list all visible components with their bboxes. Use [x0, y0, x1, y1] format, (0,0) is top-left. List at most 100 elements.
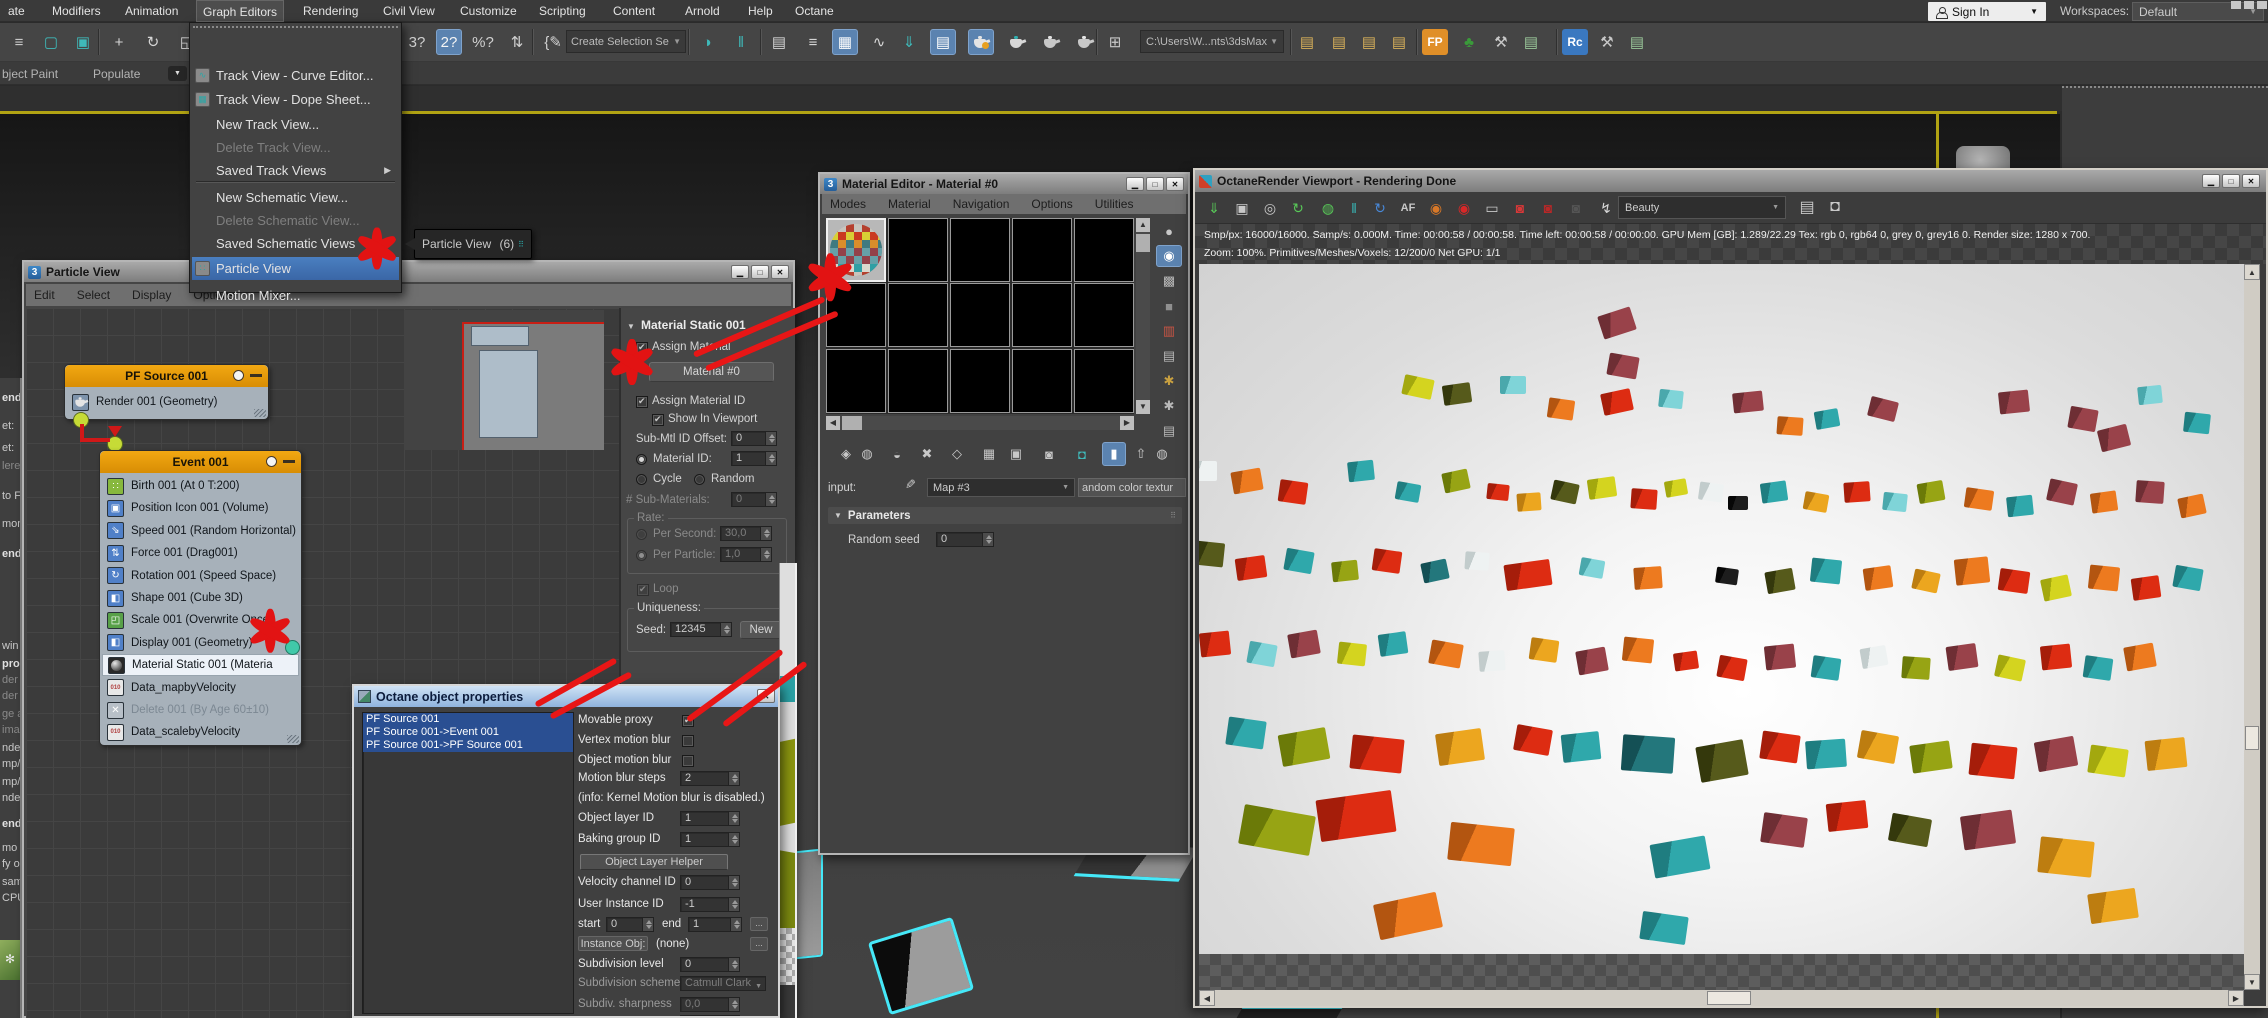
event-row-delete[interactable]: ✕ Delete 001 (By Age 60±10)	[102, 699, 299, 721]
material-slot[interactable]	[950, 348, 1010, 413]
pf-source-header[interactable]: PF Source 001	[65, 365, 268, 387]
ribbon-icon[interactable]: ▦	[832, 29, 858, 55]
save-icon[interactable]: ⇓	[1202, 196, 1226, 220]
spinner[interactable]	[728, 812, 739, 825]
menu-item-motion-mixer-[interactable]: Motion Mixer...	[192, 284, 399, 307]
spinner[interactable]	[730, 918, 741, 931]
spinner-snap-icon[interactable]: ⇅	[504, 29, 530, 55]
menubar-item-customize[interactable]: Customize	[454, 0, 523, 22]
lock-icon[interactable]: ◍	[1316, 196, 1340, 220]
parameters-rollout[interactable]: ▼ Parameters ⠿	[828, 507, 1182, 524]
random-radio[interactable]	[694, 474, 705, 485]
prop-dropdown[interactable]: Catmull Clark ▼	[680, 976, 766, 991]
cycle-radio[interactable]	[636, 474, 647, 485]
me-side-icon-2[interactable]: ▩	[1156, 270, 1182, 292]
collapse-icon[interactable]	[283, 460, 295, 463]
teapot4-icon[interactable]	[1072, 29, 1098, 55]
prop-field[interactable]: 0,0	[680, 997, 740, 1012]
menu-item-track-view-dope-sheet-[interactable]: ▦ Track View - Dope Sheet...	[192, 88, 399, 111]
more-button[interactable]: ...	[750, 917, 768, 931]
menubar-item-civil-view[interactable]: Civil View	[377, 0, 441, 22]
render-image[interactable]	[1199, 264, 2244, 954]
per-particle-field[interactable]: 1,0	[720, 547, 772, 562]
snap-3d-icon[interactable]: 3?	[404, 29, 430, 55]
selection-rect-icon[interactable]: ▢	[38, 29, 64, 55]
spinner[interactable]	[728, 958, 739, 971]
prop-field[interactable]: 2	[680, 771, 740, 786]
tearoff-handle[interactable]	[193, 26, 398, 28]
me-menu-options[interactable]: Options	[1031, 197, 1072, 211]
prop-field[interactable]: 1	[680, 832, 740, 847]
sub-materials-field[interactable]: 0	[731, 492, 777, 507]
event-row-rotation[interactable]: ↻ Rotation 001 (Speed Space)	[102, 565, 299, 587]
curve-editor-icon[interactable]: ∿	[866, 29, 892, 55]
rollout-arrow-icon[interactable]: ▼	[627, 322, 635, 331]
toggle-scene-explorer-icon[interactable]: ▤	[766, 29, 792, 55]
percent-snap-icon[interactable]: %?	[470, 29, 496, 55]
me-tool-icon-2[interactable]: ◒	[885, 442, 909, 466]
material-slot[interactable]	[888, 283, 948, 348]
zoom-icon[interactable]: ◎	[1258, 196, 1282, 220]
material-slot[interactable]	[826, 348, 886, 413]
me-menu-utilities[interactable]: Utilities	[1095, 197, 1134, 211]
close-button[interactable]: ✕	[2242, 174, 2260, 188]
event-row-position[interactable]: ▣ Position Icon 001 (Volume)	[102, 497, 299, 519]
schematic-view-icon[interactable]: ⇓	[896, 29, 922, 55]
me-side-icon-5[interactable]: ▤	[1156, 345, 1182, 367]
event-row-data[interactable]: 010 Data_scalebyVelocity	[102, 721, 299, 743]
me-side-icon-8[interactable]: ▤	[1156, 420, 1182, 442]
row2-dropdown-icon[interactable]: ▼	[168, 66, 187, 81]
prop-field[interactable]: 0	[680, 875, 740, 890]
material-slot[interactable]	[888, 218, 948, 282]
event-node[interactable]: Event 001 ∷ Birth 001 (At 0 T:200) ▣ Positi…	[99, 450, 302, 746]
instance-obj-button[interactable]: Instance Obj:	[578, 936, 648, 951]
or-monitor-icon[interactable]: ◘	[1823, 195, 1847, 219]
menu-item-new-track-view-[interactable]: New Track View...	[192, 113, 399, 136]
Vertex motion blur-checkbox[interactable]	[682, 735, 694, 747]
seed-field[interactable]: 12345	[670, 622, 732, 637]
close-button[interactable]: ✕	[1166, 177, 1184, 191]
menubar-item-ate[interactable]: ate	[2, 0, 31, 22]
camera3-icon[interactable]: ◙	[1564, 196, 1588, 220]
menubar-item-octane[interactable]: Octane	[789, 0, 840, 22]
loop-checkbox[interactable]	[637, 584, 649, 596]
close-button[interactable]: ✕	[771, 265, 789, 279]
material-slot[interactable]	[950, 283, 1010, 348]
move-icon[interactable]: +	[106, 29, 132, 55]
menubar-item-rendering[interactable]: Rendering	[297, 0, 364, 22]
material-slot[interactable]	[950, 218, 1010, 282]
end-field[interactable]: 1	[688, 917, 742, 932]
railclone-icon[interactable]: Rc	[1562, 29, 1588, 55]
monitor-icon[interactable]: ▭	[1480, 196, 1504, 220]
render-production-icon[interactable]: ▤	[1386, 29, 1412, 55]
octane-list-item[interactable]: PF Source 001->PF Source 001	[363, 739, 573, 752]
prop-field[interactable]: -1	[680, 897, 740, 912]
menubar-item-help[interactable]: Help	[742, 0, 779, 22]
or-grid-icon[interactable]: ▤	[1795, 195, 1819, 219]
me-tool-icon-7[interactable]: ◙	[1037, 442, 1061, 466]
render-hscrollbar[interactable]: ◀ ▶	[1199, 990, 2244, 1006]
pv-menu-edit[interactable]: Edit	[34, 288, 55, 302]
render-iterative-icon[interactable]: ▤	[1356, 29, 1382, 55]
beauty-dropdown[interactable]: Beauty ▼	[1618, 196, 1786, 219]
align-icon[interactable]: ‖	[728, 29, 754, 55]
particle-view-titlebar[interactable]: 3 Particle View	[24, 262, 793, 282]
octane-props-list[interactable]: PF Source 001 PF Source 001->Event 001 PF …	[362, 712, 574, 1014]
random-seed-field[interactable]: 0	[936, 532, 994, 547]
rotate-icon[interactable]: ↻	[140, 29, 166, 55]
maximize-button[interactable]: □	[751, 265, 769, 279]
af-icon[interactable]: AF	[1396, 196, 1420, 220]
sub-mtl-offset-field[interactable]: 0	[731, 431, 777, 446]
menu-item-delete-track-view-[interactable]: Delete Track View...	[192, 136, 399, 159]
per-particle-radio[interactable]	[636, 550, 647, 561]
pf-source-node[interactable]: PF Source 001 Render 001 (Geometry)	[64, 364, 269, 420]
material-id-field[interactable]: 1	[731, 451, 777, 466]
bolt-icon[interactable]: ↯	[1594, 196, 1618, 220]
me-side-icon-3[interactable]: ■	[1156, 295, 1182, 317]
me-menu-modes[interactable]: Modes	[830, 197, 866, 211]
me-side-icon-7[interactable]: ✱	[1156, 395, 1182, 417]
spinner[interactable]	[728, 998, 739, 1011]
object-paint-label[interactable]: bject Paint	[2, 67, 58, 81]
event-row-material[interactable]: Material Static 001 (Materia	[102, 654, 299, 677]
menubar-item-scripting[interactable]: Scripting	[533, 0, 592, 22]
